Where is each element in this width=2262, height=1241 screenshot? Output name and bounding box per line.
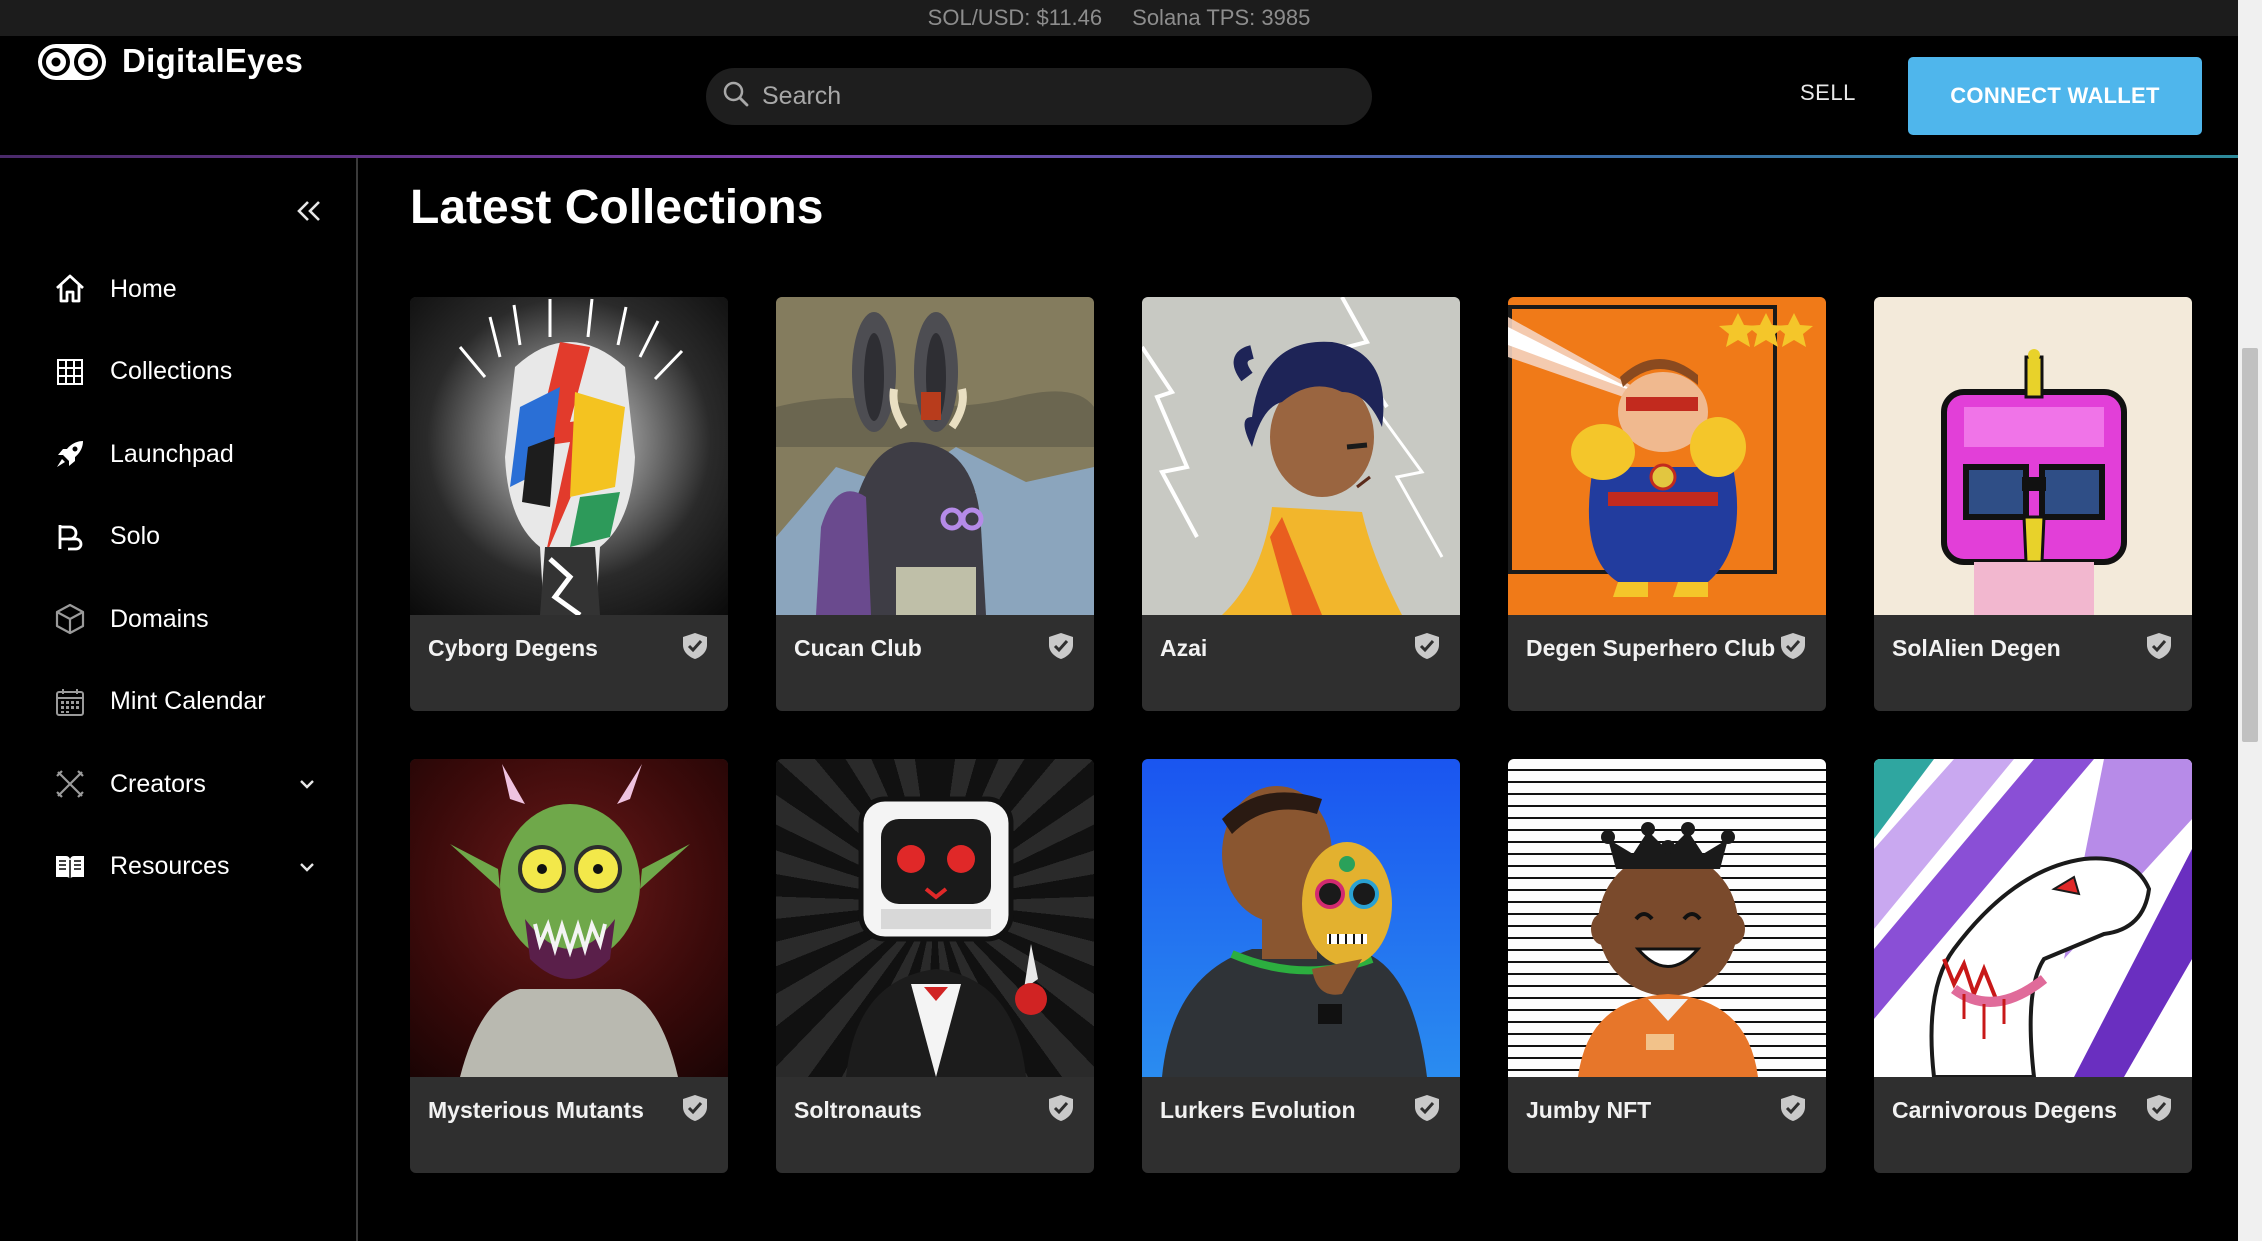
collection-card[interactable]: Lurkers Evolution <box>1142 759 1460 1173</box>
chevron-down-icon[interactable] <box>296 773 318 800</box>
verified-shield-icon <box>680 1093 710 1123</box>
collection-name: Mysterious Mutants <box>428 1097 644 1123</box>
collection-image <box>410 297 728 615</box>
verified-shield-icon <box>1778 1093 1808 1123</box>
connect-wallet-button[interactable]: CONNECT WALLET <box>1908 57 2202 135</box>
search-icon <box>722 80 750 113</box>
collection-name: Degen Superhero Club <box>1526 635 1776 661</box>
collection-card[interactable]: Azai <box>1142 297 1460 711</box>
collection-image <box>1874 759 2192 1077</box>
cube-icon <box>52 601 88 637</box>
sidebar-item-domains[interactable]: Domains <box>0 578 356 661</box>
sidebar-item-label: Mint Calendar <box>110 687 266 716</box>
collection-card[interactable]: Degen Superhero Club <box>1508 297 1826 711</box>
verified-shield-icon <box>2144 1093 2174 1123</box>
sidebar-item-creators[interactable]: Creators <box>0 743 356 826</box>
eyes-logo-icon <box>36 42 108 80</box>
collection-card[interactable]: SolAlien Degen <box>1874 297 2192 711</box>
home-icon <box>52 271 88 307</box>
collection-image <box>1508 297 1826 615</box>
collection-card[interactable]: Carnivorous Degens <box>1874 759 2192 1173</box>
collection-name: Jumby NFT <box>1526 1097 1652 1123</box>
collection-card[interactable]: Mysterious Mutants <box>410 759 728 1173</box>
collection-card[interactable]: Soltronauts <box>776 759 1094 1173</box>
verified-shield-icon <box>1412 631 1442 661</box>
sell-link[interactable]: SELL <box>1800 80 1856 106</box>
collection-image <box>1874 297 2192 615</box>
page-title: Latest Collections <box>410 181 824 234</box>
sidebar-item-mint-calendar[interactable]: Mint Calendar <box>0 661 356 744</box>
sidebar-item-collections[interactable]: Collections <box>0 331 356 414</box>
collection-name: Cyborg Degens <box>428 635 598 661</box>
sidebar-item-label: Domains <box>110 604 209 633</box>
collection-name: Lurkers Evolution <box>1160 1097 1356 1123</box>
verified-shield-icon <box>1046 631 1076 661</box>
sol-usd-price: SOL/USD: $11.46 <box>927 5 1103 30</box>
solo-icon <box>52 519 88 555</box>
sidebar-item-label: Resources <box>110 852 230 881</box>
scrollbar-thumb[interactable] <box>2242 348 2258 742</box>
logo[interactable]: DigitalEyes <box>36 42 303 80</box>
grid-icon <box>52 354 88 390</box>
creators-icon <box>52 766 88 802</box>
collection-image <box>1142 759 1460 1077</box>
sidebar-item-home[interactable]: Home <box>0 248 356 331</box>
collection-image <box>1508 759 1826 1077</box>
collection-image <box>1142 297 1460 615</box>
verified-shield-icon <box>1046 1093 1076 1123</box>
sidebar-item-label: Launchpad <box>110 439 234 468</box>
collection-name: Soltronauts <box>794 1097 922 1123</box>
sidebar-item-label: Collections <box>110 357 233 386</box>
rocket-icon <box>52 436 88 472</box>
collection-name: Cucan Club <box>794 635 922 661</box>
chevron-down-icon[interactable] <box>296 856 318 883</box>
solana-tps: Solana TPS: 3985 <box>1132 5 1311 30</box>
collection-image <box>776 297 1094 615</box>
verified-shield-icon <box>2144 631 2174 661</box>
collapse-sidebar-icon[interactable] <box>296 194 322 230</box>
collection-name: Azai <box>1160 635 1208 661</box>
collection-image <box>776 759 1094 1077</box>
price-ticker: SOL/USD: $11.46 Solana TPS: 3985 <box>0 0 2238 36</box>
verified-shield-icon <box>680 631 710 661</box>
sidebar-item-resources[interactable]: Resources <box>0 826 356 909</box>
collection-card[interactable]: Cyborg Degens <box>410 297 728 711</box>
sidebar: Home Collections Launchpad Solo Domains <box>0 158 358 1241</box>
sidebar-item-launchpad[interactable]: Launchpad <box>0 413 356 496</box>
collection-card[interactable]: Jumby NFT <box>1508 759 1826 1173</box>
sidebar-nav: Home Collections Launchpad Solo Domains <box>0 248 356 908</box>
collection-image <box>410 759 728 1077</box>
page-scrollbar[interactable] <box>2238 0 2262 1241</box>
search-input[interactable] <box>762 82 1342 111</box>
verified-shield-icon <box>1412 1093 1442 1123</box>
collection-name: Carnivorous Degens <box>1892 1097 2117 1123</box>
sidebar-item-label: Home <box>110 274 177 303</box>
collection-card[interactable]: Cucan Club <box>776 297 1094 711</box>
verified-shield-icon <box>1778 631 1808 661</box>
sidebar-item-label: Solo <box>110 522 161 551</box>
sidebar-item-label: Creators <box>110 769 206 798</box>
calendar-icon <box>52 684 88 720</box>
sidebar-item-solo[interactable]: Solo <box>0 496 356 579</box>
logo-text: DigitalEyes <box>122 42 304 79</box>
book-icon <box>52 849 88 885</box>
search-bar[interactable] <box>706 68 1372 125</box>
collection-name: SolAlien Degen <box>1892 635 2061 661</box>
